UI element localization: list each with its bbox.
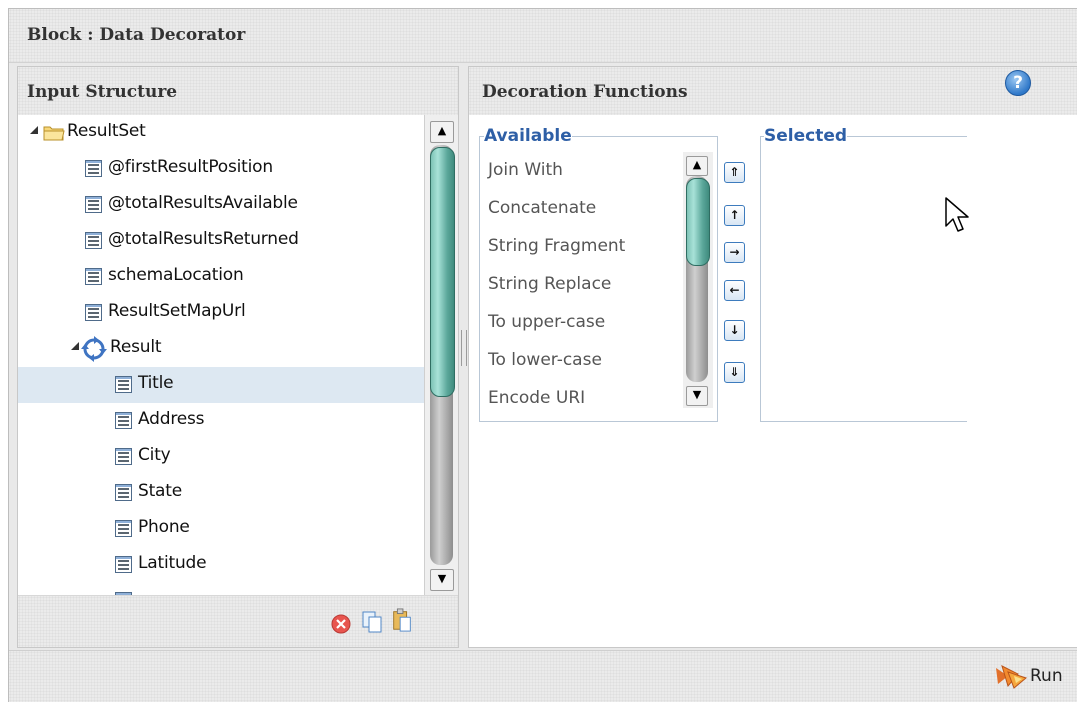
paste-icon[interactable] — [391, 608, 413, 632]
field-icon — [115, 520, 132, 537]
tree-node-label: schemaLocation — [108, 265, 244, 285]
run-button[interactable]: Run — [992, 660, 1072, 692]
decoration-functions-title: Decoration Functions — [482, 82, 688, 102]
tree-node-label: @firstResultPosition — [108, 157, 273, 177]
remove-button[interactable]: ← — [724, 280, 745, 301]
field-icon — [115, 376, 132, 393]
tree-node-label: Title — [138, 373, 174, 393]
field-icon — [85, 196, 102, 213]
input-structure-title: Input Structure — [27, 82, 178, 102]
scroll-up-arrow-icon[interactable]: ▲ — [686, 156, 708, 176]
available-item-to-lower-case[interactable]: To lower-case — [488, 350, 602, 370]
delete-icon[interactable] — [330, 612, 352, 636]
move-to-bottom-button[interactable]: ⇓ — [724, 362, 745, 383]
add-button[interactable]: → — [724, 242, 745, 263]
tree-node-label: Address — [138, 409, 205, 429]
tree-node-field[interactable]: City — [18, 439, 424, 475]
tree-node-field[interactable]: @totalResultsAvailable — [18, 187, 424, 223]
tree-node-field-selected[interactable]: Title — [18, 367, 424, 403]
tree-node-field-partial[interactable] — [18, 583, 424, 595]
scrollbar-thumb[interactable] — [686, 178, 710, 266]
field-icon — [85, 160, 102, 177]
scroll-down-arrow-icon[interactable]: ▼ — [430, 569, 454, 591]
tree-node-field[interactable]: Latitude — [18, 547, 424, 583]
run-icon — [996, 665, 1028, 689]
tree-node-field[interactable]: @firstResultPosition — [18, 151, 424, 187]
scroll-up-arrow-icon[interactable]: ▲ — [430, 121, 454, 143]
tree-node-label: Result — [110, 337, 162, 357]
field-icon — [115, 448, 132, 465]
tree-node-field[interactable]: Phone — [18, 511, 424, 547]
available-item-to-upper-case[interactable]: To upper-case — [488, 312, 605, 332]
help-icon[interactable]: ? — [1005, 70, 1031, 96]
field-icon — [115, 484, 132, 501]
available-item-string-replace[interactable]: String Replace — [488, 274, 611, 294]
copy-icon[interactable] — [361, 610, 383, 634]
input-structure-tree[interactable]: ResultSet @firstResultPosition @totalRes… — [18, 115, 424, 595]
tree-node-field[interactable]: ResultSetMapUrl — [18, 295, 424, 331]
move-down-button[interactable]: ↓ — [724, 320, 745, 341]
scrollbar-thumb[interactable] — [430, 147, 455, 397]
collapse-arrow-icon[interactable] — [71, 342, 79, 350]
move-to-top-button[interactable]: ⇑ — [724, 162, 745, 183]
available-item-encode-uri[interactable]: Encode URI — [488, 388, 585, 408]
loop-icon — [81, 336, 107, 362]
available-list-scrollbar[interactable]: ▲ ▼ — [683, 152, 713, 408]
field-icon — [115, 556, 132, 573]
tree-node-field[interactable]: schemaLocation — [18, 259, 424, 295]
available-item-concatenate[interactable]: Concatenate — [488, 198, 596, 218]
tree-scrollbar[interactable]: ▲ ▼ — [424, 115, 458, 595]
tree-node-label: @totalResultsReturned — [108, 229, 299, 249]
tree-node-field[interactable]: State — [18, 475, 424, 511]
available-legend: Available — [484, 126, 572, 146]
tree-node-resultset[interactable]: ResultSet — [18, 115, 424, 151]
tree-node-label: Latitude — [138, 553, 207, 573]
tree-node-label: ResultSetMapUrl — [108, 301, 246, 321]
tree-node-label: ResultSet — [67, 121, 146, 141]
block-title: Block : Data Decorator — [27, 25, 246, 45]
move-up-button[interactable]: ↑ — [724, 205, 745, 226]
available-item-string-fragment[interactable]: String Fragment — [488, 236, 625, 256]
tree-node-label: State — [138, 481, 182, 501]
run-label: Run — [1030, 666, 1063, 686]
tree-node-label: Phone — [138, 517, 190, 537]
field-icon — [85, 232, 102, 249]
tree-node-label: @totalResultsAvailable — [108, 193, 298, 213]
pane-splitter-handle[interactable] — [461, 330, 467, 366]
selected-legend: Selected — [764, 126, 848, 146]
mouse-cursor-icon — [945, 197, 969, 232]
tree-node-result[interactable]: Result — [18, 331, 424, 367]
folder-icon — [43, 126, 65, 141]
tree-node-label: City — [138, 445, 171, 465]
field-icon — [85, 268, 102, 285]
available-item-join-with[interactable]: Join With — [488, 160, 563, 180]
selected-functions-list[interactable] — [760, 136, 967, 422]
input-structure-toolbar — [18, 595, 458, 647]
collapse-arrow-icon[interactable] — [30, 126, 38, 134]
tree-node-field[interactable]: @totalResultsReturned — [18, 223, 424, 259]
field-icon — [115, 412, 132, 429]
field-icon — [85, 304, 102, 321]
scroll-down-arrow-icon[interactable]: ▼ — [686, 386, 708, 406]
dialog-footer — [9, 650, 1077, 702]
tree-node-field[interactable]: Address — [18, 403, 424, 439]
